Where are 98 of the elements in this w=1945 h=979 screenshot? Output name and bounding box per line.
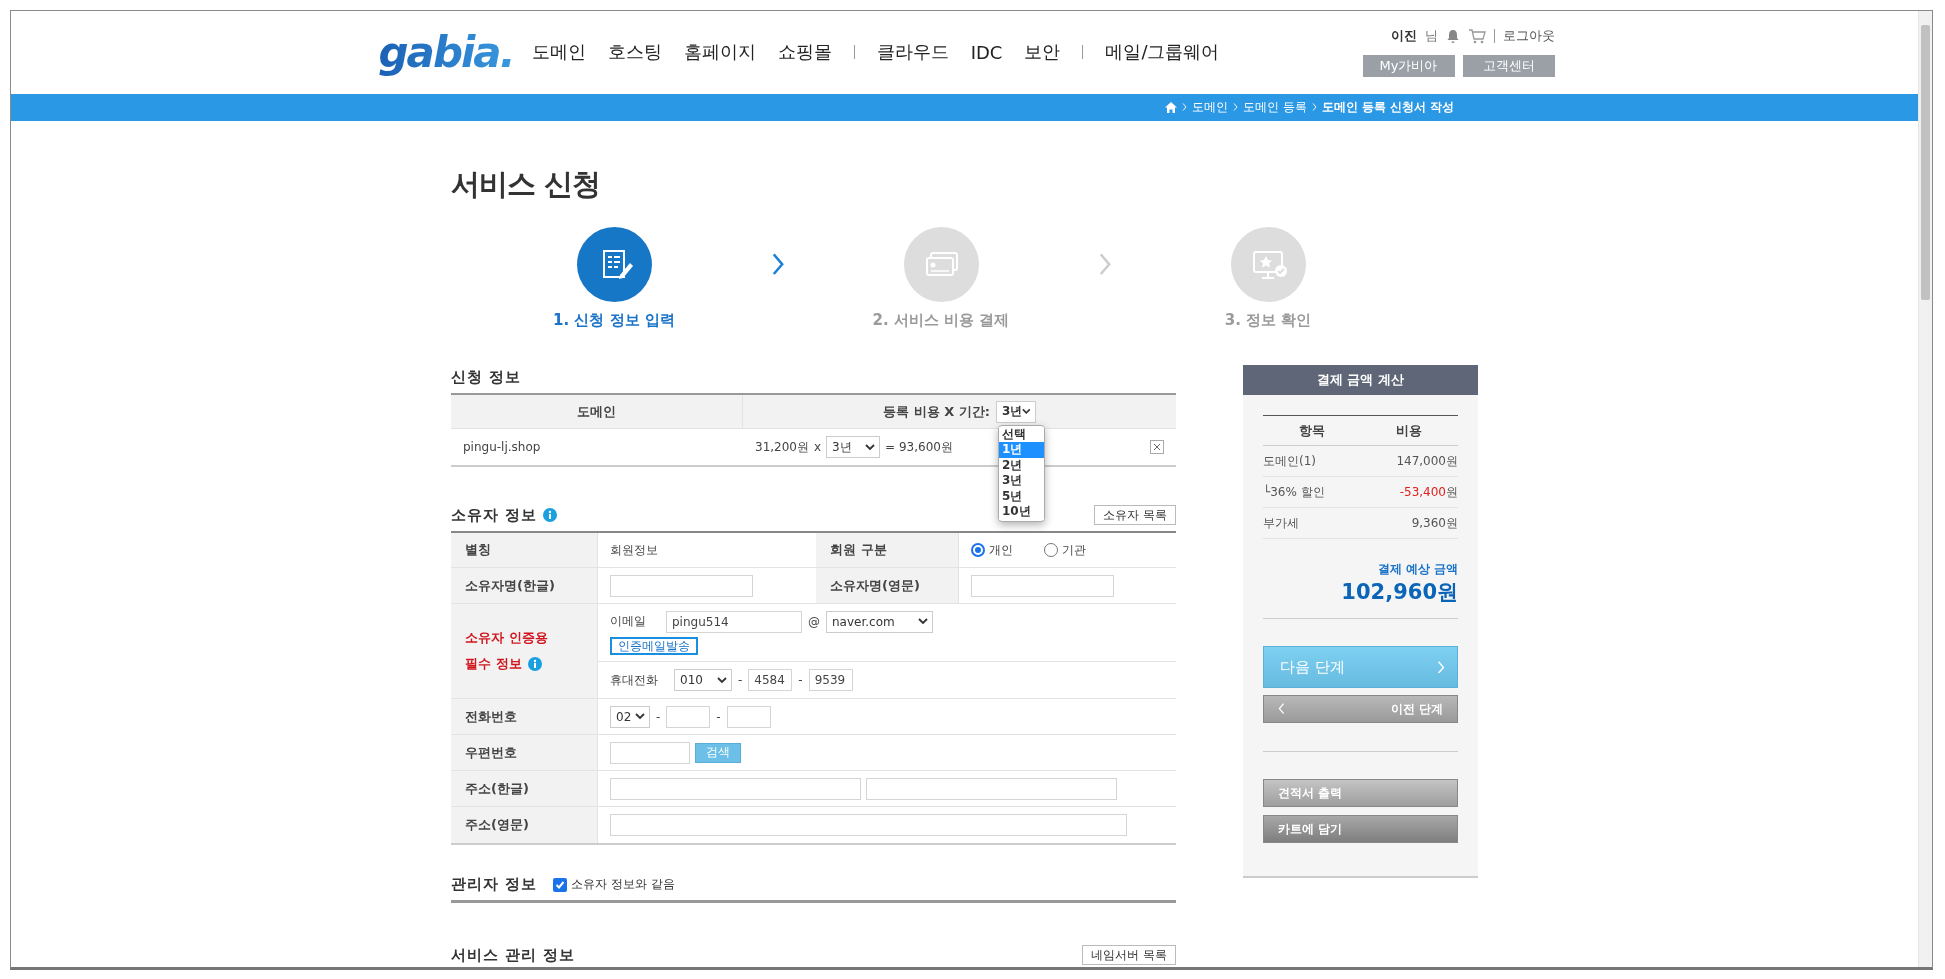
total-amount: 102,960원 xyxy=(1341,579,1458,606)
times-sign: x xyxy=(814,440,822,454)
bell-icon[interactable] xyxy=(1445,29,1460,44)
email-domain-select[interactable]: naver.com xyxy=(826,610,933,633)
column-header: 항목 xyxy=(1297,421,1326,440)
address-field[interactable] xyxy=(610,814,1127,836)
nav-link[interactable]: 쇼핑몰 xyxy=(777,40,832,65)
section-title: 소유자 정보 xyxy=(451,505,538,525)
email-field[interactable]: pingu514 xyxy=(666,610,802,633)
number-select[interactable]: 010 xyxy=(674,669,732,691)
field-label: 소유자명(한글) xyxy=(451,568,598,603)
step-label: 2. 서비스 비용 결제 xyxy=(872,311,1010,330)
step-label: 1. 신청 정보 입력 xyxy=(553,311,675,330)
step-label: 3. 정보 확인 xyxy=(1224,311,1312,330)
same-as-owner-checkbox[interactable]: 소유자 정보와 같음 xyxy=(553,876,675,893)
address-field[interactable] xyxy=(866,777,1117,800)
domain-cell-text: pingu-lj.shop xyxy=(462,439,542,456)
nav-link[interactable]: 보안 xyxy=(1024,40,1061,65)
column-header: 등록 비용 X 기간: xyxy=(883,402,990,421)
total-price: = 93,600원 xyxy=(885,438,953,456)
column-header: 도메인 xyxy=(451,395,743,428)
field-label: 회원 구분 xyxy=(816,533,959,567)
chevron-icon xyxy=(1233,103,1239,112)
chevron-down-icon xyxy=(1022,408,1031,415)
remove-button[interactable] xyxy=(1150,440,1164,454)
section-title: 관리자 정보 xyxy=(451,875,538,894)
number-field[interactable]: 9539 xyxy=(808,669,853,691)
period-select[interactable]: 3년 xyxy=(826,436,881,458)
dash: - xyxy=(798,673,803,687)
item-label: 부가세 xyxy=(1263,514,1299,532)
dropdown-option[interactable]: 선택 xyxy=(998,426,1044,442)
item-label: └36% 할인 xyxy=(1263,483,1325,501)
alias-value: 회원정보 xyxy=(610,541,658,559)
at-sign: @ xyxy=(808,614,820,629)
page-title: 서비스 신청 xyxy=(451,166,602,203)
name-field[interactable] xyxy=(971,574,1114,597)
item-amount: -53,400원 xyxy=(1399,483,1458,501)
dash: - xyxy=(738,673,743,687)
nav-link[interactable]: 도메인 xyxy=(531,40,586,65)
item-label: 도메인(1) xyxy=(1263,452,1316,470)
field-label: 주소(한글) xyxy=(451,771,598,806)
check-icon xyxy=(555,879,566,890)
dropdown-option[interactable]: 10년 xyxy=(998,504,1044,520)
name-field[interactable] xyxy=(610,574,753,597)
item-amount: 147,000원 xyxy=(1396,452,1458,470)
section-title: 서비스 관리 정보 xyxy=(451,945,576,965)
info-icon xyxy=(527,657,542,671)
user-suffix: 님 xyxy=(1424,27,1438,46)
cart-icon[interactable] xyxy=(1467,28,1486,44)
panel-title: 결제 금액 계산 xyxy=(1243,365,1478,395)
chevron-icon xyxy=(1437,660,1445,674)
number-select[interactable]: 02 xyxy=(610,705,650,728)
close-icon xyxy=(1153,443,1161,451)
field-label: 주소(영문) xyxy=(451,807,598,843)
scrollbar[interactable] xyxy=(1918,11,1932,967)
postcode-field[interactable] xyxy=(610,741,690,764)
item-amount: 9,360원 xyxy=(1411,514,1458,532)
chevron-icon xyxy=(1182,103,1188,112)
field-label: 이메일 xyxy=(610,613,647,630)
field-label: 우편번호 xyxy=(451,735,598,770)
nav-link[interactable]: 메일/그룹웨어 xyxy=(1105,40,1220,65)
required-label: 소유자 인증용 xyxy=(465,629,548,647)
chevron-down-icon xyxy=(635,713,645,720)
radio-option[interactable]: 기관 xyxy=(1044,541,1086,559)
field-label: 별칭 xyxy=(451,533,598,567)
address-field[interactable] xyxy=(610,777,861,800)
nameserver-list-button[interactable]: 네임서버 목록 xyxy=(1082,945,1176,965)
section-title: 신청 정보 xyxy=(451,367,522,387)
owner-list-button[interactable]: 소유자 목록 xyxy=(1094,505,1176,525)
send-email-button[interactable]: 인증메일발송 xyxy=(610,636,698,655)
number-field[interactable]: 4584 xyxy=(748,669,793,691)
nav-link[interactable]: 호스팅 xyxy=(607,40,662,65)
nav-link[interactable]: IDC xyxy=(970,41,1003,63)
period-select[interactable]: 3년 xyxy=(995,400,1036,423)
number-field[interactable] xyxy=(726,705,771,728)
chevron-down-icon xyxy=(918,618,928,625)
logout-link[interactable]: 로그아웃 xyxy=(1502,27,1555,46)
nav-link[interactable]: 홈페이지 xyxy=(683,40,756,65)
chevron-down-icon xyxy=(717,676,727,684)
chevron-icon xyxy=(1278,703,1285,715)
chevron-down-icon xyxy=(865,443,876,451)
price: 31,200원 xyxy=(755,438,809,456)
number-field[interactable] xyxy=(666,705,711,728)
radio-option[interactable]: 개인 xyxy=(971,541,1013,559)
info-icon xyxy=(543,508,558,522)
chevron-icon xyxy=(1311,103,1317,112)
field-label: 휴대전화 xyxy=(610,671,659,689)
total-label: 결제 예상 금액 xyxy=(1377,561,1458,578)
dropdown-option[interactable]: 3년 xyxy=(998,473,1044,489)
dash: - xyxy=(656,709,661,724)
column-header: 비용 xyxy=(1395,421,1424,440)
required-label: 필수 정보 xyxy=(465,655,522,673)
dash: - xyxy=(716,709,721,724)
nav-link[interactable]: 클라우드 xyxy=(876,40,949,65)
home-icon[interactable] xyxy=(1165,101,1178,113)
user-name: 이진 xyxy=(1390,27,1417,46)
field-label: 소유자명(영문) xyxy=(816,568,959,603)
field-label: 전화번호 xyxy=(451,699,598,734)
